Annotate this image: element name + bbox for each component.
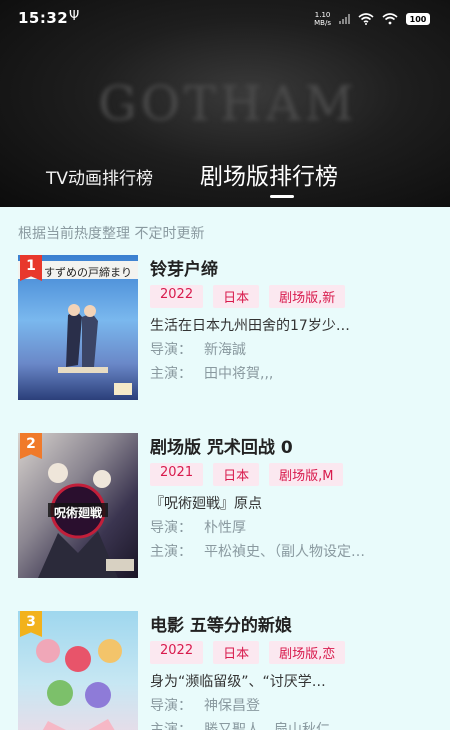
poster-caption: 呪術廻戦 xyxy=(54,506,103,520)
tag-list: 2021 日本 剧场版,M xyxy=(150,463,344,486)
tab-tv-anime-ranking[interactable]: TV动画排行榜 xyxy=(46,164,153,189)
item-director: 导演： 新海誠 xyxy=(150,342,246,358)
poster-caption: すずめの戸締まり xyxy=(44,266,132,279)
tag-list: 2022 日本 剧场版,恋 xyxy=(150,641,346,664)
wifi-icon-secondary xyxy=(382,13,398,25)
tag-year: 2022 xyxy=(150,641,204,664)
network-speed: 1.10 MB/s xyxy=(314,11,331,27)
signal-icon xyxy=(339,14,350,24)
wifi-icon xyxy=(358,13,374,25)
ranking-item[interactable]: 3 电影 五等分的新娘 2022 日本 剧场版,恋 身为“濒临留级”、“讨厌学…… xyxy=(0,611,450,730)
poster-image: 2 呪術廻戦 xyxy=(18,433,138,578)
item-cast: 主演： 平松禎史、（副人物设定… xyxy=(150,544,365,560)
poster-image: 3 xyxy=(18,611,138,730)
tag-region: 日本 xyxy=(213,285,260,308)
status-bar: 15:32 Ψ 1.10 MB/s 100 xyxy=(0,0,450,36)
tag-list: 2022 日本 剧场版,新 xyxy=(150,285,346,308)
tag-region: 日本 xyxy=(213,463,260,486)
header-banner: 15:32 Ψ 1.10 MB/s 100 GOTHAM TV动画排行榜 剧场版… xyxy=(0,0,450,207)
ranking-item[interactable]: 1 すずめの戸締まり 铃芽户缔 2022 日本 剧场版,新 生活在日本九州田舍的… xyxy=(0,255,450,405)
poster-image: 1 すずめの戸締まり xyxy=(18,255,138,400)
item-description: 生活在日本九州田舍的17岁少… xyxy=(150,318,350,334)
tab-bar: TV动画排行榜 剧场版排行榜 xyxy=(0,150,450,207)
tag-region: 日本 xyxy=(213,641,260,664)
battery-icon: 100 xyxy=(406,13,430,25)
banner-background-text: GOTHAM xyxy=(98,76,358,132)
item-title: 铃芽户缔 xyxy=(150,260,218,280)
item-description: 身为“濒临留级”、“讨厌学… xyxy=(150,674,326,690)
item-director: 导演： 朴性厚 xyxy=(150,520,246,536)
ranking-note: 根据当前热度整理 不定时更新 xyxy=(18,226,205,242)
tag-genre: 剧场版,M xyxy=(269,463,344,486)
tag-year: 2022 xyxy=(150,285,204,308)
item-cast: 主演： 勝又聖人、扇山秋仁 xyxy=(150,722,330,730)
active-tab-indicator xyxy=(270,195,294,198)
item-director: 导演： 神保昌登 xyxy=(150,698,260,714)
tag-year: 2021 xyxy=(150,463,204,486)
tag-genre: 剧场版,新 xyxy=(269,285,346,308)
item-description: 『呪術廻戦』原点 xyxy=(150,496,262,512)
usb-icon: Ψ xyxy=(69,9,80,24)
status-time: 15:32 xyxy=(18,9,69,27)
item-cast: 主演： 田中将賀,,, xyxy=(150,366,274,382)
tag-genre: 剧场版,恋 xyxy=(269,641,346,664)
item-title: 电影 五等分的新娘 xyxy=(150,616,292,636)
tab-movie-ranking[interactable]: 剧场版排行榜 xyxy=(200,157,338,191)
item-title: 剧场版 咒术回战 0 xyxy=(150,438,293,458)
ranking-item[interactable]: 2 呪術廻戦 剧场版 咒术回战 0 2021 日本 剧场版,M 『呪術廻戦』原点… xyxy=(0,433,450,583)
